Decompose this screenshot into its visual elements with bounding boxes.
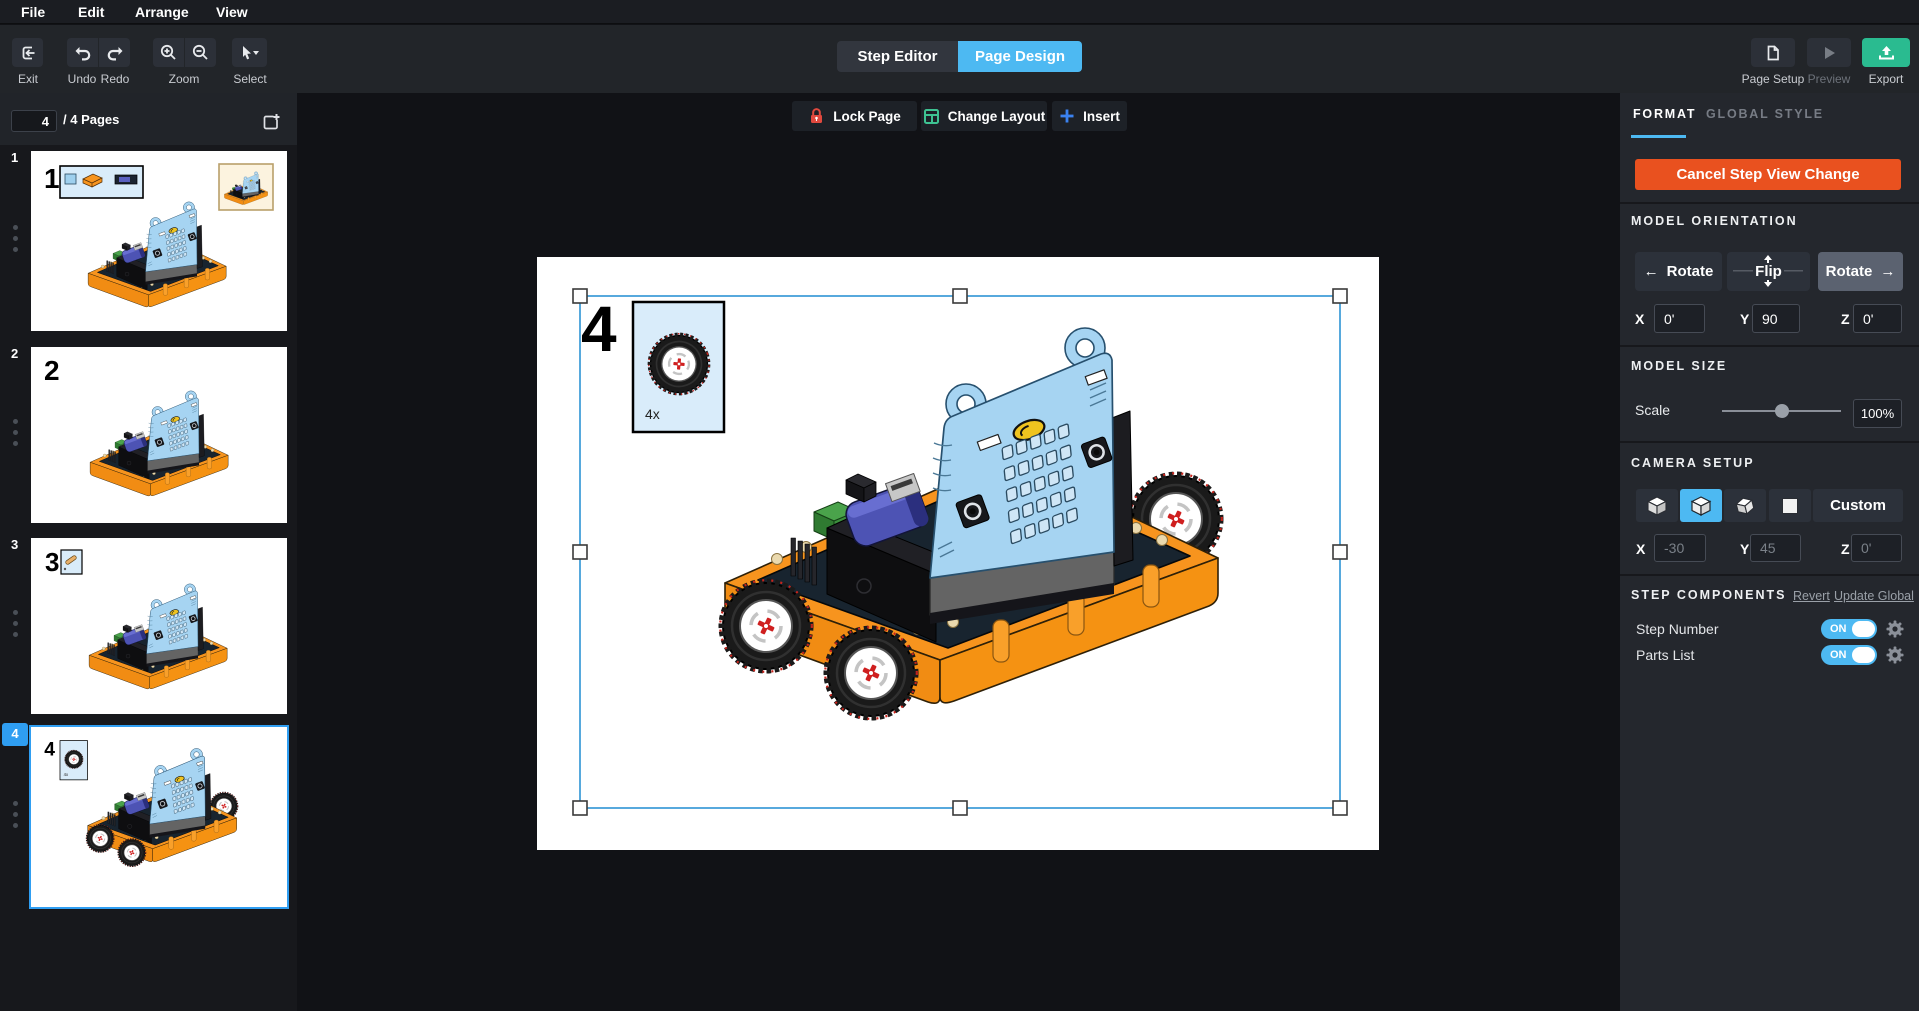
svg-text:1: 1 — [44, 163, 60, 194]
svg-text:3: 3 — [45, 547, 59, 577]
svg-text:2: 2 — [44, 355, 60, 386]
